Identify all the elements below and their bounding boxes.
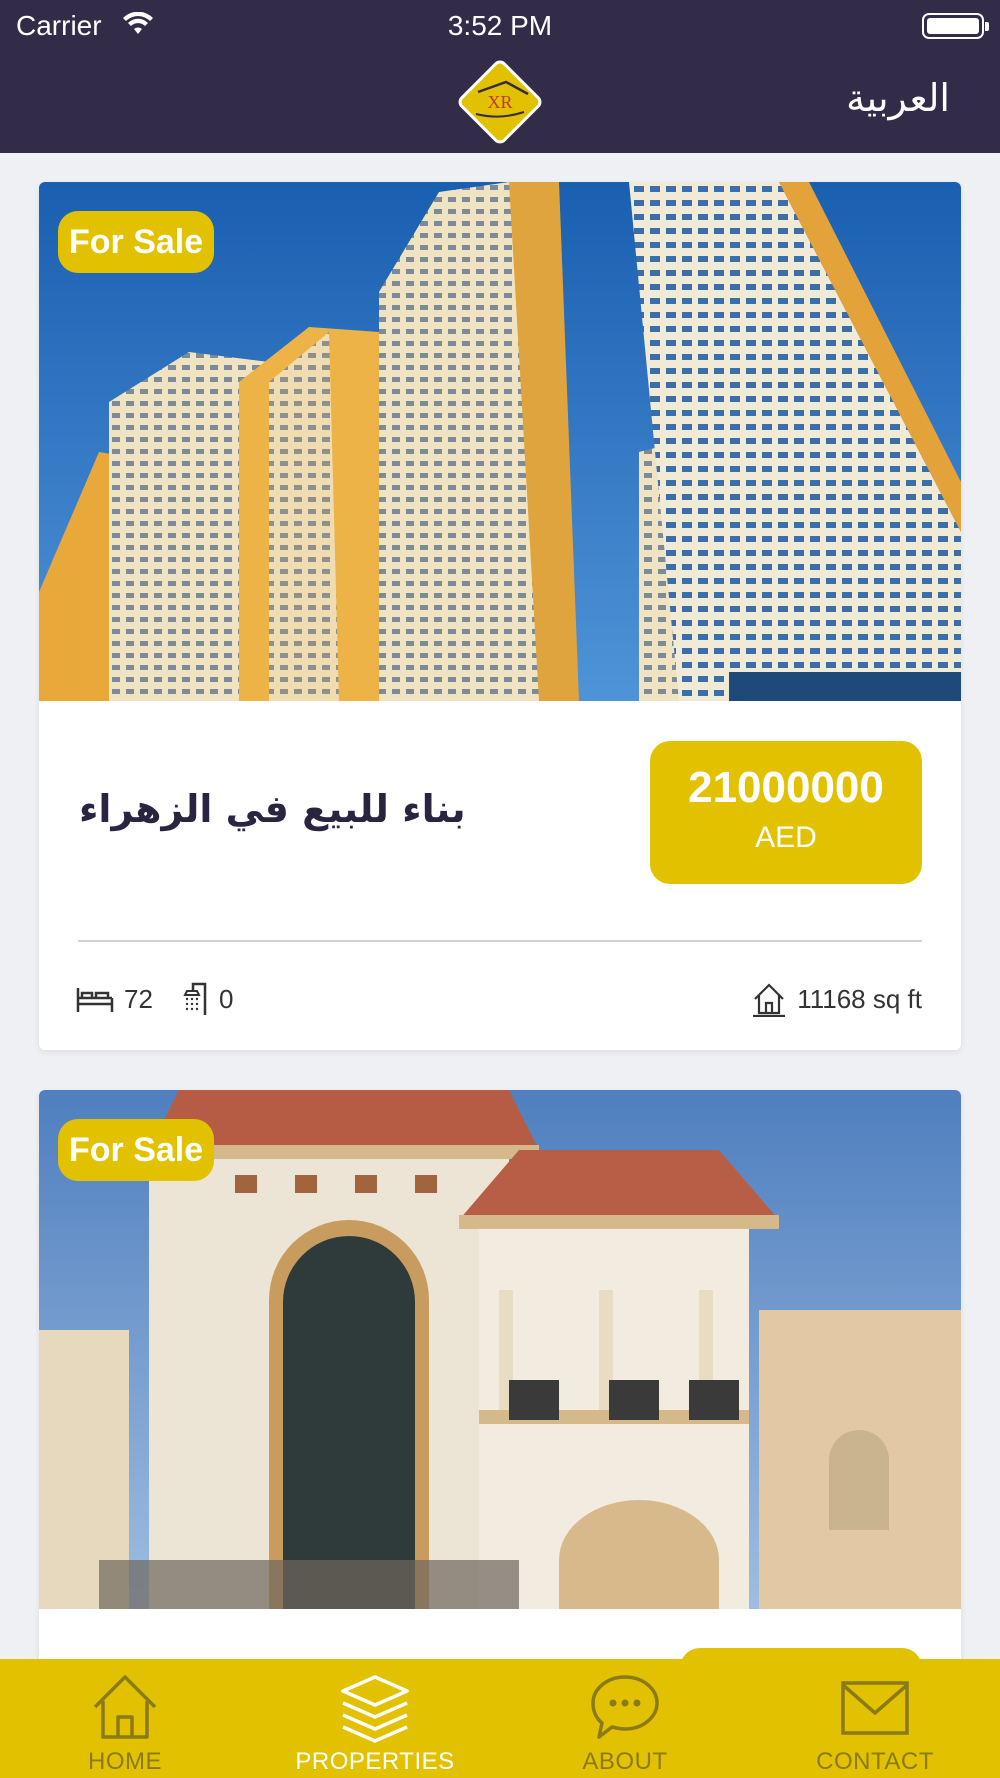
area-feature: 11168 sq ft (751, 979, 922, 1019)
logo-text: XR (487, 92, 512, 112)
battery-icon (922, 13, 989, 39)
tab-label: ABOUT (582, 1748, 668, 1775)
status-time: 3:52 PM (447, 10, 553, 41)
app-header: Carrier 3:52 PM XR العربية (0, 0, 1000, 153)
status-bar: Carrier 3:52 PM (0, 0, 1000, 50)
price-box: 21000000 AED (650, 741, 922, 884)
tab-label: HOME (88, 1748, 162, 1775)
bottom-tab-bar: HOME PROPERTIES ABOUT CONTACT (0, 1659, 1000, 1778)
bed-icon (76, 988, 114, 1012)
bathrooms-feature: 0 (179, 979, 233, 1019)
sale-badge: For Sale (58, 1119, 215, 1181)
property-card[interactable]: For Sale بناء للبيع في الزهراء 21000000 … (39, 182, 961, 1050)
home-icon (93, 1675, 157, 1739)
tab-contact[interactable]: CONTACT (750, 1659, 1000, 1778)
tab-home[interactable]: HOME (0, 1659, 250, 1778)
bedroom-count: 72 (124, 983, 153, 1014)
property-photo-villa: For Sale (39, 1090, 961, 1609)
price-currency: AED (755, 821, 817, 854)
tab-label: PROPERTIES (295, 1748, 455, 1775)
property-card[interactable]: For Sale (39, 1090, 961, 1710)
tab-label: CONTACT (816, 1748, 934, 1775)
card-divider (78, 940, 922, 942)
bathroom-count: 0 (219, 983, 234, 1014)
house-area-icon (753, 983, 786, 1017)
area-value: 11168 sq ft (797, 983, 922, 1014)
property-title: بناء للبيع في الزهراء (79, 787, 466, 831)
language-toggle[interactable]: العربية (846, 76, 950, 120)
chat-bubble-icon (591, 1675, 659, 1739)
envelope-icon (841, 1681, 909, 1735)
shower-icon (183, 982, 207, 1015)
property-price: 21000000 (688, 763, 884, 812)
app-logo[interactable]: XR (454, 56, 546, 148)
tab-about[interactable]: ABOUT (500, 1659, 750, 1778)
layers-icon (341, 1675, 409, 1743)
sale-badge: For Sale (58, 211, 215, 273)
tab-properties[interactable]: PROPERTIES (250, 1659, 500, 1778)
bedrooms-feature: 72 (76, 979, 153, 1019)
property-photo-towers: For Sale (39, 182, 961, 701)
